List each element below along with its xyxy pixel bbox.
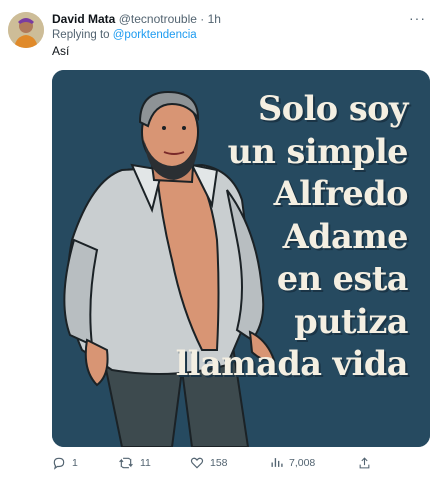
meme-caption: Solo soy un simple Alfredo Adame en esta…: [175, 88, 409, 386]
like-button[interactable]: 158: [190, 456, 228, 470]
views-count: 7,008: [289, 456, 316, 469]
caption-line: en esta: [276, 259, 409, 298]
avatar[interactable]: [8, 12, 44, 48]
caption-line: Adame: [282, 216, 409, 256]
views-icon: [271, 458, 283, 467]
separator-dot: ·: [200, 12, 205, 26]
tweet-text: Así: [52, 44, 70, 58]
avatar-image: [8, 12, 44, 48]
reply-button[interactable]: 1: [52, 456, 78, 470]
tweet-actions: 1 11 158 7,008: [52, 456, 430, 472]
more-options-icon[interactable]: ···: [409, 10, 426, 26]
timestamp[interactable]: 1h: [208, 12, 221, 26]
retweet-button[interactable]: 11: [118, 456, 151, 470]
caption-line: putiza: [294, 301, 408, 341]
heart-icon: [190, 457, 204, 469]
views-button[interactable]: 7,008: [270, 456, 315, 469]
tweet: David Mata @tecnotrouble · 1h ··· Replyi…: [0, 0, 440, 477]
caption-line: llamada vida: [175, 344, 409, 383]
share-icon: [359, 457, 370, 469]
caption-line: un simple: [227, 131, 409, 171]
share-button[interactable]: [358, 456, 371, 470]
caption-line: Solo soy: [258, 89, 408, 128]
reply-icon: [53, 457, 65, 470]
retweet-count: 11: [140, 457, 151, 469]
caption-line: Alfredo: [273, 174, 409, 213]
reply-mention-link[interactable]: @porktendencia: [113, 29, 197, 41]
author-handle[interactable]: @tecnotrouble: [119, 12, 197, 26]
reply-count: 1: [72, 457, 78, 469]
tweet-header: David Mata @tecnotrouble · 1h: [52, 12, 221, 27]
retweet-icon: [119, 457, 133, 469]
tweet-media-image[interactable]: Solo soy un simple Alfredo Adame en esta…: [52, 70, 430, 447]
like-count: 158: [210, 457, 228, 469]
reply-context: Replying to @porktendencia: [52, 29, 197, 41]
author-name[interactable]: David Mata: [52, 12, 115, 26]
reply-prefix: Replying to: [52, 29, 110, 41]
